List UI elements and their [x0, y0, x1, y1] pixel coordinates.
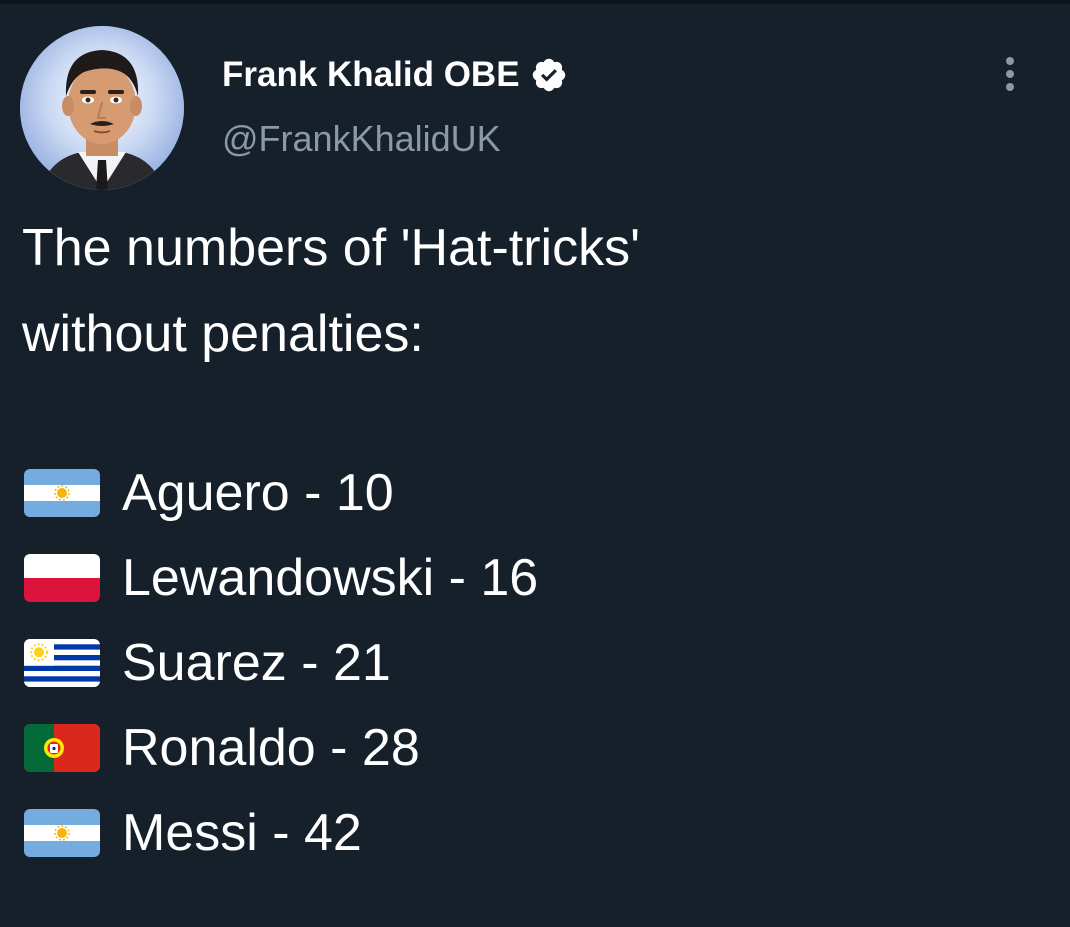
- user-handle[interactable]: @FrankKhalidUK: [222, 118, 501, 160]
- author-name-row[interactable]: Frank Khalid OBE: [222, 52, 568, 98]
- avatar[interactable]: [20, 26, 184, 190]
- tweet-card[interactable]: Frank Khalid OBE @FrankKhalidUK The numb…: [0, 0, 1070, 927]
- list-item-text: Messi - 42: [122, 803, 362, 862]
- more-dot: [1006, 57, 1014, 65]
- verified-badge-icon: [530, 56, 568, 94]
- more-options-icon[interactable]: [990, 50, 1030, 98]
- uruguay-flag-icon: [24, 638, 100, 687]
- poland-flag-icon: [24, 553, 100, 602]
- display-name[interactable]: Frank Khalid OBE: [222, 55, 520, 95]
- portugal-flag-icon: [24, 723, 100, 772]
- argentina-flag-icon: [24, 808, 100, 857]
- argentina-flag-icon: [24, 468, 100, 517]
- list-item: Aguero - 10: [24, 450, 538, 535]
- avatar-illustration: [20, 26, 184, 190]
- hat-trick-list: Aguero - 10 Lewandowski - 16 Suarez - 21: [24, 450, 538, 875]
- list-item-text: Ronaldo - 28: [122, 718, 420, 777]
- list-item: Messi - 42: [24, 790, 538, 875]
- list-item-text: Aguero - 10: [122, 463, 394, 522]
- more-dot: [1006, 83, 1014, 91]
- list-item: Suarez - 21: [24, 620, 538, 705]
- list-item-text: Suarez - 21: [122, 633, 391, 692]
- list-item: Lewandowski - 16: [24, 535, 538, 620]
- list-item: Ronaldo - 28: [24, 705, 538, 790]
- tweet-text: The numbers of 'Hat-tricks' without pena…: [22, 205, 1042, 377]
- more-dot: [1006, 70, 1014, 78]
- tweet-text-line: The numbers of 'Hat-tricks': [22, 219, 641, 277]
- tweet-text-line: without penalties:: [22, 305, 424, 363]
- list-item-text: Lewandowski - 16: [122, 548, 539, 607]
